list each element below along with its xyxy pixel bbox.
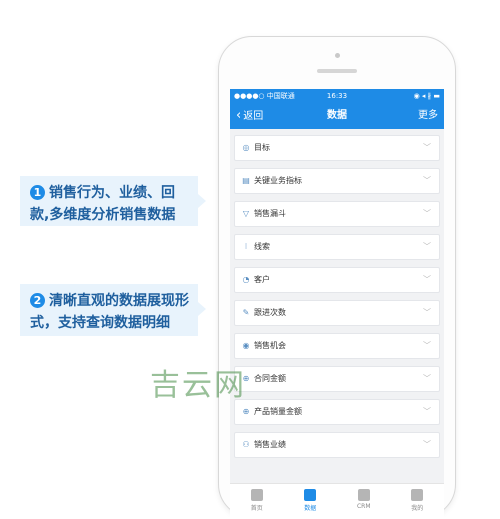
list-item[interactable]: ⊕ 合同金额 ﹀ [234,366,440,392]
phone-screen: ●●●●○ 中国联通 16:33 ◉ ◂ ∦ ▬ ‹ 返回 数据 更多 ◎ 目标 ﹀ ▤… [230,89,444,519]
feature-callout-1: 1 销售行为、业绩、回款,多维度分析销售数据 [20,176,206,226]
tab-label: 我的 [411,505,424,512]
callout-2-text: 清晰直观的数据展现形式，支持查询数据明细 [30,293,189,331]
status-time: 16:33 [326,92,348,100]
list-item-label: 合同金额 [254,374,286,383]
callout-1-text: 销售行为、业绩、回款,多维度分析销售数据 [30,185,176,223]
customer-icon: ◔ [242,275,250,284]
chart-icon: ▤ [242,176,250,185]
tab-label: 数据 [304,505,317,512]
tab-label: 首页 [250,505,263,512]
funnel-icon: ▽ [242,209,250,218]
speaker-grille [317,69,357,73]
list-item-label: 关键业务指标 [254,176,302,185]
opportunity-icon: ◉ [242,341,250,350]
number-badge-1: 1 [30,185,45,200]
list-item[interactable]: ✎ 跟进次数 ﹀ [234,300,440,326]
leads-icon: ⁝ [244,242,248,251]
status-bar: ●●●●○ 中国联通 16:33 ◉ ◂ ∦ ▬ [230,89,444,103]
chevron-down-icon: ﹀ [423,341,431,350]
tab-2[interactable]: 数据 [284,484,338,519]
feature-callout-2: 2 清晰直观的数据展现形式，支持查询数据明细 [20,284,206,336]
list-item[interactable]: ⁝ 线索 ﹀ [234,234,440,260]
target-icon: ◎ [242,143,250,152]
chevron-down-icon: ﹀ [423,143,431,152]
bottom-tab-bar: 首页 数据 CRM 我的 [230,483,444,519]
data-icon [304,489,317,501]
chevron-down-icon: ﹀ [423,209,431,218]
list-item[interactable]: ◔ 客户 ﹀ [234,267,440,293]
list-item[interactable]: ⊕ 产品销量金额 ﹀ [234,399,440,425]
list-item-label: 线索 [254,242,270,251]
list-item[interactable]: ◎ 目标 ﹀ [234,135,440,161]
chevron-down-icon: ﹀ [423,407,431,416]
camera-dot [335,53,340,58]
watermark-text: 吉云网 [150,368,246,403]
list-item-label: 目标 [254,143,270,152]
battery-icon: ◉ ◂ ∦ ▬ [413,92,440,100]
list-item[interactable]: ⚇ 销售业绩 ﹀ [234,432,440,458]
list-item-label: 销售漏斗 [254,209,286,218]
list-item-label: 销售业绩 [254,440,286,449]
tab-3[interactable]: CRM [337,484,391,519]
chevron-down-icon: ﹀ [423,275,431,284]
list-item-label: 产品销量金额 [254,407,302,416]
profile-icon [411,489,424,501]
nav-bar: ‹ 返回 数据 更多 [230,103,444,129]
list-item-label: 销售机会 [254,341,286,350]
tab-4[interactable]: 我的 [391,484,445,519]
crm-icon [357,489,370,501]
tab-1[interactable]: 首页 [230,484,284,519]
product-sales-icon: ⊕ [242,407,250,416]
phone-frame: ●●●●○ 中国联通 16:33 ◉ ◂ ∦ ▬ ‹ 返回 数据 更多 ◎ 目标 ﹀ ▤… [218,36,456,519]
list-item[interactable]: ▤ 关键业务指标 ﹀ [234,168,440,194]
chevron-down-icon: ﹀ [423,242,431,251]
data-menu-list: ◎ 目标 ﹀ ▤ 关键业务指标 ﹀ ▽ 销售漏斗 ﹀ ⁝ 线索 ﹀ ◔ 客户 ﹀ ✎ 跟进次数 ﹀ ◉ 销售机会 ﹀ ⊕ 合… [230,129,444,458]
list-item[interactable]: ▽ 销售漏斗 ﹀ [234,201,440,227]
chevron-down-icon: ﹀ [423,374,431,383]
number-badge-2: 2 [30,293,45,308]
list-item[interactable]: ◉ 销售机会 ﹀ [234,333,440,359]
list-item-label: 客户 [254,275,270,284]
followup-icon: ✎ [242,308,250,317]
chevron-down-icon: ﹀ [423,176,431,185]
home-icon [250,489,263,501]
performance-icon: ⚇ [242,440,250,449]
chevron-down-icon: ﹀ [423,308,431,317]
chevron-down-icon: ﹀ [423,440,431,449]
more-button[interactable]: 更多 [418,103,438,129]
page-title: 数据 [327,110,347,121]
list-item-label: 跟进次数 [254,308,286,317]
